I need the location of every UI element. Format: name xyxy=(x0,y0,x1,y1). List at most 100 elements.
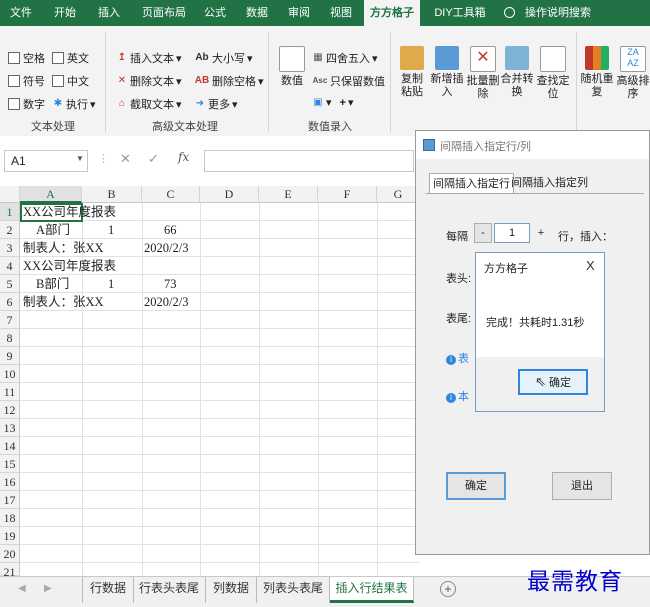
message-ok-button[interactable]: ⇖ 确定 xyxy=(518,369,588,395)
column-header-e[interactable]: E xyxy=(259,186,318,203)
tell-me-search[interactable]: 操作说明搜索 xyxy=(520,0,596,26)
row-header[interactable]: 21 xyxy=(0,563,20,579)
random-repeat-button[interactable]: 随机重复 xyxy=(580,46,614,99)
find-locate-button[interactable]: 查找定位 xyxy=(536,46,570,101)
checkbox-chinese[interactable]: 中文 xyxy=(52,73,89,89)
sheet-tab-col-header-footer[interactable]: 列表头表尾 xyxy=(257,577,330,603)
column-header-g[interactable]: G xyxy=(377,186,420,203)
cell-c5[interactable]: 73 xyxy=(164,275,177,293)
checkbox-space[interactable]: 空格 xyxy=(8,50,45,66)
row-header[interactable]: 16 xyxy=(0,473,20,491)
formula-input[interactable] xyxy=(204,150,414,172)
number-button[interactable]: 数值 xyxy=(276,46,308,88)
tab-review[interactable]: 审阅 xyxy=(282,0,316,26)
row-header[interactable]: 7 xyxy=(0,311,20,329)
column-header-f[interactable]: F xyxy=(318,186,377,203)
keep-number-button[interactable]: Asc 只保留数值 xyxy=(312,73,385,89)
decrement-button[interactable]: - xyxy=(474,223,492,243)
cell-a3[interactable]: 制表人：张XX xyxy=(23,239,104,257)
fill-button[interactable]: ▣ ▾ + ▾ xyxy=(312,96,353,110)
tab-insert[interactable]: 插入 xyxy=(92,0,126,26)
cell-c3[interactable]: 2020/2/3 xyxy=(144,239,188,257)
cell-a6[interactable]: 制表人：张XX xyxy=(23,293,104,311)
confirm-check-icon[interactable]: ✓ xyxy=(148,151,159,167)
interval-input[interactable]: 1 xyxy=(494,223,530,243)
column-header-a[interactable]: A xyxy=(20,186,82,203)
function-icon[interactable]: fx xyxy=(178,150,189,164)
insert-text-button[interactable]: ↥ 插入文本 ▾ xyxy=(116,50,182,66)
advanced-sort-button[interactable]: ZA AZ 高级排序 xyxy=(616,46,650,101)
copy-paste-button[interactable]: 复制粘贴 xyxy=(396,46,428,99)
tab-diy-toolbox[interactable]: DIY工具箱 xyxy=(428,0,492,26)
tab-view[interactable]: 视图 xyxy=(324,0,358,26)
cell-a4[interactable]: XX公司年度报表 xyxy=(23,257,116,275)
chevron-down-icon[interactable]: ▼ xyxy=(76,154,84,163)
increment-button[interactable]: + xyxy=(532,223,550,243)
row-header[interactable]: 11 xyxy=(0,383,20,401)
cell-a5[interactable]: B部门 xyxy=(36,275,69,293)
add-sheet-icon[interactable]: + xyxy=(440,581,456,597)
column-header-d[interactable]: D xyxy=(200,186,259,203)
case-button[interactable]: Ab 大小写 ▾ xyxy=(194,50,252,66)
row-header[interactable]: 6 xyxy=(0,293,20,311)
delete-space-button[interactable]: AB 删除空格 ▾ xyxy=(194,73,264,89)
column-header-b[interactable]: B xyxy=(82,186,142,203)
tab-insert-columns[interactable]: 间隔插入指定列 xyxy=(508,173,591,193)
row-header[interactable]: 13 xyxy=(0,419,20,437)
row-header[interactable]: 12 xyxy=(0,401,20,419)
row-header[interactable]: 5 xyxy=(0,275,20,293)
close-icon[interactable]: X xyxy=(586,258,595,273)
cell-b5[interactable]: 1 xyxy=(108,275,114,293)
dialog-ok-button[interactable]: 确定 xyxy=(446,472,506,500)
checkbox-english[interactable]: 英文 xyxy=(52,50,89,66)
cell-b2[interactable]: 1 xyxy=(108,221,114,239)
sheet-tab-row-data[interactable]: 行数据 xyxy=(82,577,134,603)
row-header[interactable]: 17 xyxy=(0,491,20,509)
tab-home[interactable]: 开始 xyxy=(48,0,82,26)
spreadsheet-grid[interactable]: A B C D E F G 1 2 3 4 5 6 7 8 9 10 11 12… xyxy=(0,186,420,579)
dialog-titlebar[interactable]: 间隔插入指定行/列 xyxy=(416,131,649,159)
round-button[interactable]: ▦ 四舍五入 ▾ xyxy=(312,50,377,66)
cancel-icon[interactable]: ✕ xyxy=(120,151,131,167)
row-header[interactable]: 3 xyxy=(0,239,20,257)
column-header-c[interactable]: C xyxy=(142,186,200,203)
merge-convert-button[interactable]: 合并转换 xyxy=(500,46,534,99)
select-all-corner[interactable] xyxy=(0,186,20,203)
row-header[interactable]: 19 xyxy=(0,527,20,545)
batch-delete-button[interactable]: ✕ 批量删除 xyxy=(466,46,500,101)
row-header[interactable]: 20 xyxy=(0,545,20,563)
row-header[interactable]: 4 xyxy=(0,257,20,275)
tab-data[interactable]: 数据 xyxy=(240,0,274,26)
row-header[interactable]: 2 xyxy=(0,221,20,239)
more-button[interactable]: ➜ 更多 ▾ xyxy=(194,96,238,112)
row-header[interactable]: 1 xyxy=(0,203,20,221)
scroll-right-icon[interactable]: ▶ xyxy=(44,583,52,594)
extract-text-button[interactable]: ⌂ 截取文本 ▾ xyxy=(116,96,182,112)
row-header[interactable]: 15 xyxy=(0,455,20,473)
delete-text-button[interactable]: ✕ 删除文本 ▾ xyxy=(116,73,182,89)
row-header[interactable]: 14 xyxy=(0,437,20,455)
row-header[interactable]: 9 xyxy=(0,347,20,365)
tab-formulas[interactable]: 公式 xyxy=(198,0,232,26)
row-header[interactable]: 18 xyxy=(0,509,20,527)
cell-c2[interactable]: 66 xyxy=(164,221,177,239)
tab-file[interactable]: 文件 xyxy=(4,0,38,26)
cell-a1[interactable]: XX公司年度报表 xyxy=(23,203,116,221)
sheet-tab-insert-row-result[interactable]: 插入行结果表 xyxy=(330,577,414,603)
row-header[interactable]: 8 xyxy=(0,329,20,347)
row-header[interactable]: 10 xyxy=(0,365,20,383)
tab-fangfang[interactable]: 方方格子 xyxy=(364,0,420,26)
execute-button[interactable]: ✱ 执行 ▾ xyxy=(52,96,96,112)
tab-insert-rows[interactable]: 间隔插入指定行 xyxy=(429,173,514,194)
checkbox-number[interactable]: 数字 xyxy=(8,96,45,112)
cell-c6[interactable]: 2020/2/3 xyxy=(144,293,188,311)
dialog-exit-button[interactable]: 退出 xyxy=(552,472,612,500)
tab-page-layout[interactable]: 页面布局 xyxy=(138,0,190,26)
sheet-tab-col-data[interactable]: 列数据 xyxy=(206,577,257,603)
cell-a2[interactable]: A部门 xyxy=(36,221,70,239)
add-insert-button[interactable]: 新增插入 xyxy=(430,46,464,99)
sheet-tab-row-header-footer[interactable]: 行表头表尾 xyxy=(133,577,206,603)
button-label: 新增插入 xyxy=(430,73,464,98)
checkbox-symbol[interactable]: 符号 xyxy=(8,73,45,89)
scroll-left-icon[interactable]: ◀ xyxy=(18,583,26,594)
